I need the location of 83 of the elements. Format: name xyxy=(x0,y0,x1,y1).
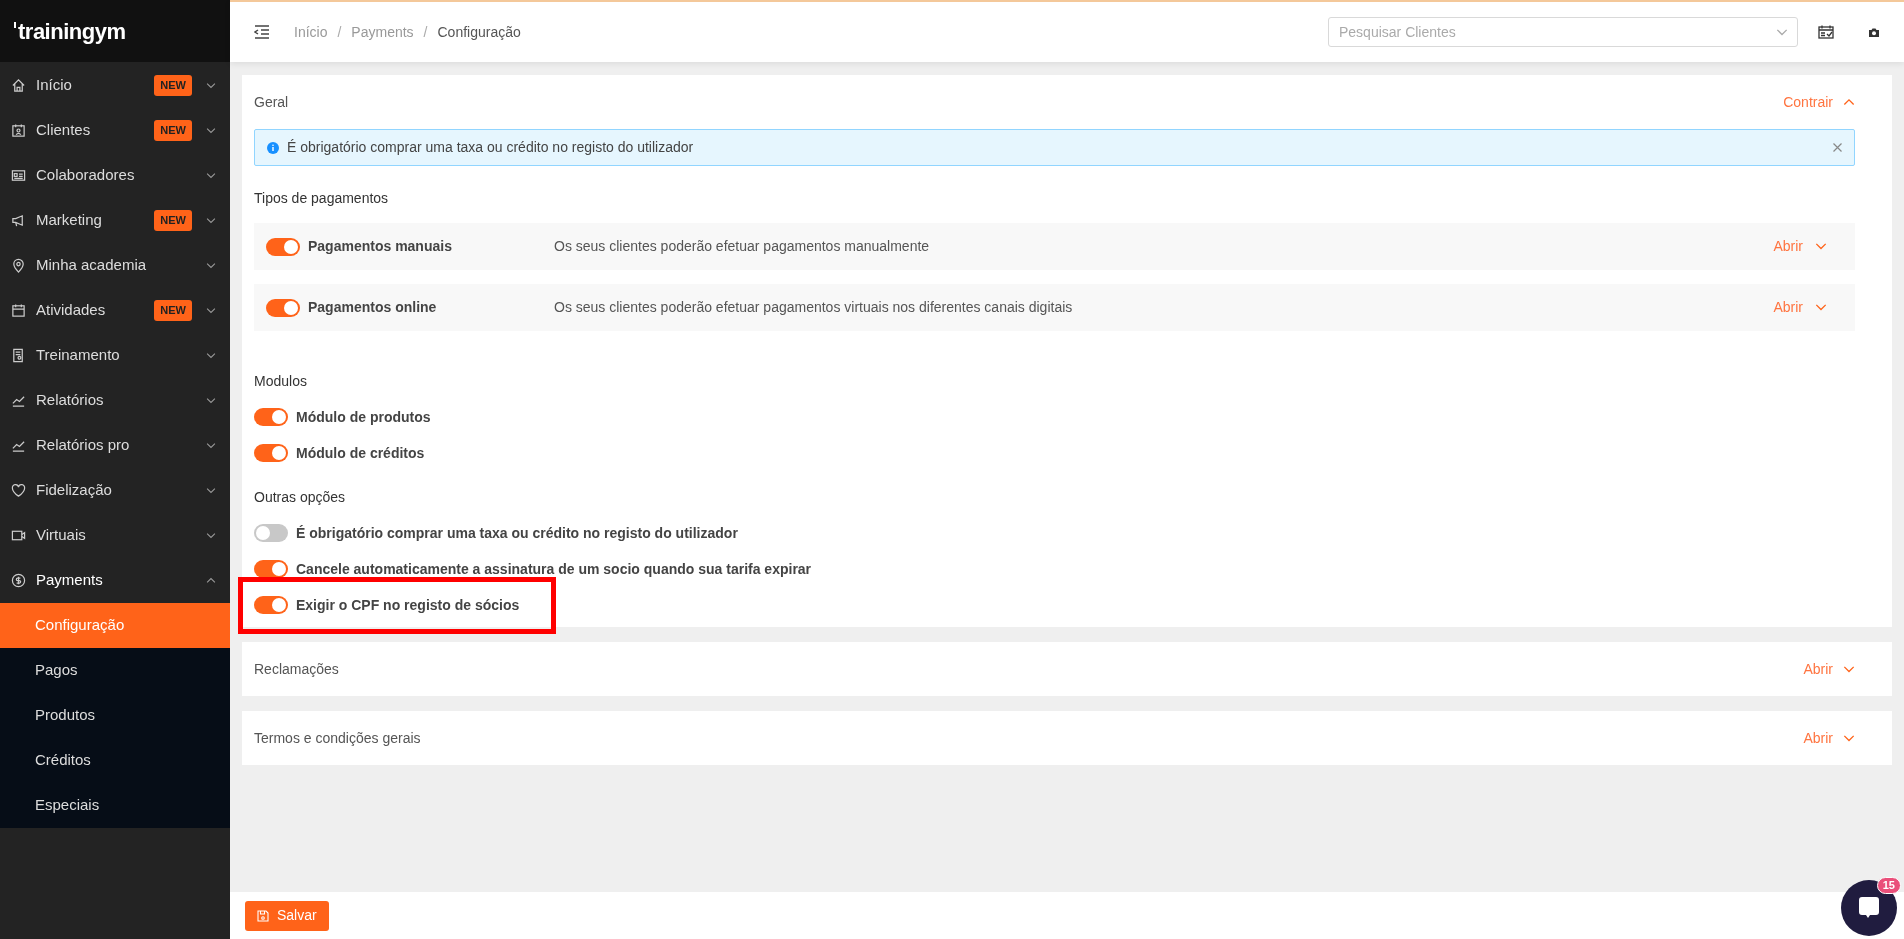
option-description: Os seus clientes poderão efetuar pagamentos manualmente xyxy=(554,237,931,256)
sidebar-item[interactable]: Relatórios xyxy=(0,378,230,423)
dollar-circle-icon xyxy=(11,573,26,588)
camera-icon[interactable] xyxy=(1868,26,1880,38)
chevron-icon[interactable] xyxy=(206,532,216,539)
option-label: Pagamentos online xyxy=(308,298,438,317)
toggle-switch[interactable] xyxy=(254,596,288,614)
section-title: Termos e condições gerais xyxy=(254,728,421,748)
chevron-icon[interactable] xyxy=(1815,242,1827,251)
sidebar-item[interactable]: Virtuais xyxy=(0,513,230,558)
group-heading: Modulos xyxy=(254,372,308,391)
chevron-icon[interactable] xyxy=(1843,733,1855,743)
submenu-item[interactable]: Pagos xyxy=(0,648,230,693)
group-heading: Outras opções xyxy=(254,488,347,507)
sidebar-item[interactable]: Marketing NEW xyxy=(0,198,230,243)
submenu-item[interactable]: Créditos xyxy=(0,738,230,783)
option-label: Módulo de créditos xyxy=(296,443,425,463)
chevron-icon[interactable] xyxy=(206,577,216,584)
breadcrumb-separator: / xyxy=(337,22,342,42)
option-label: É obrigatório comprar uma taxa ou crédito no registo do utilizador xyxy=(296,523,738,543)
sidebar-item[interactable]: Minha academia xyxy=(0,243,230,288)
sidebar-item[interactable]: Treinamento xyxy=(0,333,230,378)
calendar-icon[interactable] xyxy=(1818,25,1834,39)
section-title: Geral xyxy=(254,92,289,112)
chevron-icon[interactable] xyxy=(1843,664,1855,674)
chevron-icon[interactable] xyxy=(206,397,216,404)
calendar-icon xyxy=(11,303,26,318)
map-pin-icon xyxy=(11,258,26,273)
new-badge: NEW xyxy=(154,300,192,321)
option-label: Pagamentos manuais xyxy=(308,237,453,256)
chevron-icon[interactable] xyxy=(206,172,216,179)
toggle-switch[interactable] xyxy=(254,444,288,462)
sidebar-item[interactable]: Início NEW xyxy=(0,63,230,108)
megaphone-icon xyxy=(11,213,26,228)
close-icon[interactable] xyxy=(1833,143,1842,152)
notification-badge: 15 xyxy=(1876,877,1901,894)
toggle-switch[interactable] xyxy=(266,298,300,317)
submenu-item[interactable]: Produtos xyxy=(0,693,230,738)
toggle-switch[interactable] xyxy=(254,408,288,426)
menu-icon[interactable] xyxy=(254,25,270,39)
chevron-icon[interactable] xyxy=(206,262,216,269)
sidebar-item[interactable]: Fidelização xyxy=(0,468,230,513)
chevron-icon[interactable] xyxy=(1815,303,1827,312)
new-badge: NEW xyxy=(154,120,192,141)
submenu-item[interactable]: Especiais xyxy=(0,783,230,828)
section-title: Reclamações xyxy=(254,659,339,679)
home-icon xyxy=(11,78,26,93)
option-description: Os seus clientes poderão efetuar pagamentos virtuais nos diferentes canais digitais xyxy=(554,298,1074,317)
new-badge: NEW xyxy=(154,75,192,96)
id-card-icon xyxy=(11,168,26,183)
option-label: Módulo de produtos xyxy=(296,407,431,427)
new-badge: NEW xyxy=(154,210,192,231)
toggle-switch[interactable] xyxy=(254,524,288,542)
alert-text: É obrigatório comprar uma taxa ou crédito no registo do utilizador xyxy=(287,138,695,157)
chevron-icon[interactable] xyxy=(206,442,216,449)
video-camera-icon xyxy=(11,528,26,543)
chevron-icon[interactable] xyxy=(1843,97,1855,107)
chevron-icon[interactable] xyxy=(206,82,216,89)
sidebar-item[interactable]: Atividades NEW xyxy=(0,288,230,333)
option-label: Cancele automaticamente a assinatura de um socio quando sua tarifa expirar xyxy=(296,559,812,579)
search-field[interactable]: Pesquisar Clientes xyxy=(1328,17,1798,47)
sidebar-item[interactable]: Payments xyxy=(0,558,230,603)
option-label: Exigir o CPF no registo de sócios xyxy=(296,595,520,615)
chevron-icon[interactable] xyxy=(206,352,216,359)
heart-icon xyxy=(11,483,26,498)
breadcrumb-separator: / xyxy=(423,22,428,42)
toggle-switch[interactable] xyxy=(254,560,288,578)
group-heading: Tipos de pagamentos xyxy=(254,189,390,208)
document-icon xyxy=(11,348,26,363)
chevron-icon[interactable] xyxy=(206,127,216,134)
chevron-icon[interactable] xyxy=(206,487,216,494)
sidebar-item[interactable]: Colaboradores xyxy=(0,153,230,198)
floppy-disk-icon xyxy=(257,909,269,922)
logo: trainingym xyxy=(14,14,126,48)
line-chart-icon xyxy=(11,393,26,408)
chevron-icon[interactable] xyxy=(206,307,216,314)
sidebar-item[interactable]: Clientes NEW xyxy=(0,108,230,153)
info-icon xyxy=(267,141,279,154)
sidebar-item[interactable]: Relatórios pro xyxy=(0,423,230,468)
toggle-switch[interactable] xyxy=(266,237,300,256)
line-chart-icon xyxy=(11,438,26,453)
id-badge-icon xyxy=(11,123,26,138)
chevron-icon[interactable] xyxy=(206,217,216,224)
